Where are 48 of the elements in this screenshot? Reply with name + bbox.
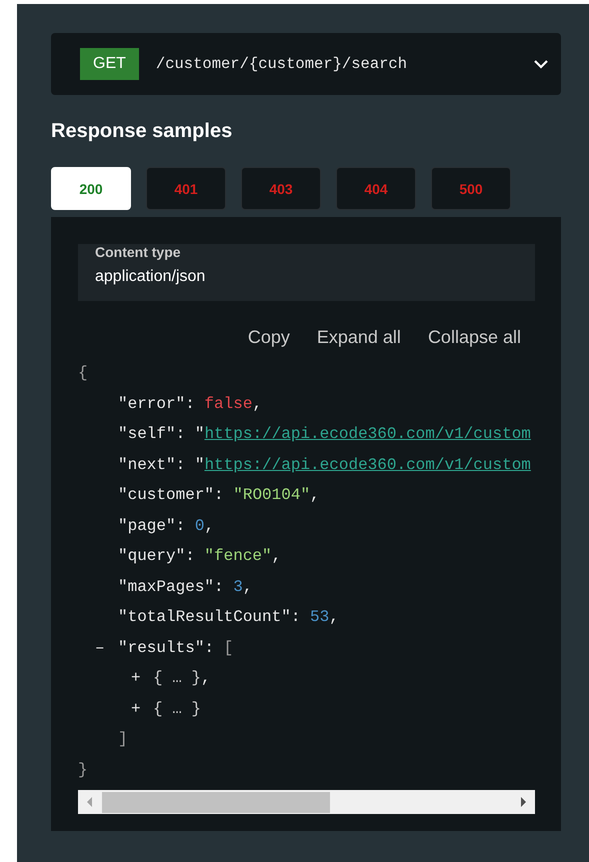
endpoint-path: /customer/{customer}/search xyxy=(156,55,408,73)
json-bracket: ] xyxy=(118,729,128,750)
json-link[interactable]: https://api.ecode360.com/v1/custom xyxy=(204,419,531,450)
json-key: "error": xyxy=(118,388,204,419)
json-link[interactable]: https://api.ecode360.com/v1/custom xyxy=(204,450,531,480)
json-punctuation: " xyxy=(194,424,204,445)
content-type-value: application/json xyxy=(95,268,206,286)
json-punctuation: , xyxy=(204,516,214,536)
json-key: "next": xyxy=(118,450,195,480)
json-punctuation: , xyxy=(310,485,320,506)
collapsed-object[interactable]: { … } xyxy=(153,694,202,724)
json-punctuation: " xyxy=(194,454,204,476)
collapsed-object[interactable]: { … } xyxy=(153,663,202,694)
section-heading: Response samples xyxy=(51,119,234,143)
json-key: "query": xyxy=(118,541,204,572)
json-value: 0 xyxy=(194,516,204,536)
json-value: 53 xyxy=(310,607,330,628)
expand-toggle[interactable]: + xyxy=(131,663,153,694)
expand-toggle[interactable]: + xyxy=(131,694,153,724)
json-punctuation: , xyxy=(272,546,282,567)
json-value: false xyxy=(204,394,252,414)
json-punctuation: , xyxy=(252,394,262,414)
json-brace: } xyxy=(78,760,88,780)
json-key: "totalResultCount": xyxy=(118,602,310,632)
json-key: "page": xyxy=(118,510,195,541)
collapse-toggle[interactable]: – xyxy=(95,632,118,663)
method-badge: GET xyxy=(80,48,139,80)
json-value: "RO0104" xyxy=(233,485,310,506)
code-action-button[interactable]: Collapse all xyxy=(428,327,521,348)
json-key: "results": xyxy=(118,632,224,663)
json-value: 3 xyxy=(233,576,243,598)
json-value: "fence" xyxy=(204,546,272,567)
horizontal-scrollbar[interactable] xyxy=(78,790,535,814)
chevron-icon xyxy=(533,59,549,69)
json-brace: { xyxy=(78,363,88,384)
json-punctuation: , xyxy=(242,576,252,598)
scrollbar-thumb[interactable] xyxy=(102,792,330,812)
status-tab[interactable]: 200 xyxy=(51,167,131,210)
content-type-label: Content type xyxy=(95,244,181,260)
json-punctuation: , xyxy=(201,668,211,689)
json-bracket: [ xyxy=(224,638,234,658)
json-key: "customer": xyxy=(118,480,234,510)
json-key: "maxPages": xyxy=(118,572,234,602)
json-punctuation: , xyxy=(329,607,339,628)
endpoint-header[interactable]: GET /customer/{customer}/search xyxy=(51,33,561,95)
code-action-button[interactable]: Copy xyxy=(248,327,290,348)
json-key: "self": xyxy=(118,419,195,450)
code-action-button[interactable]: Expand all xyxy=(316,327,401,348)
